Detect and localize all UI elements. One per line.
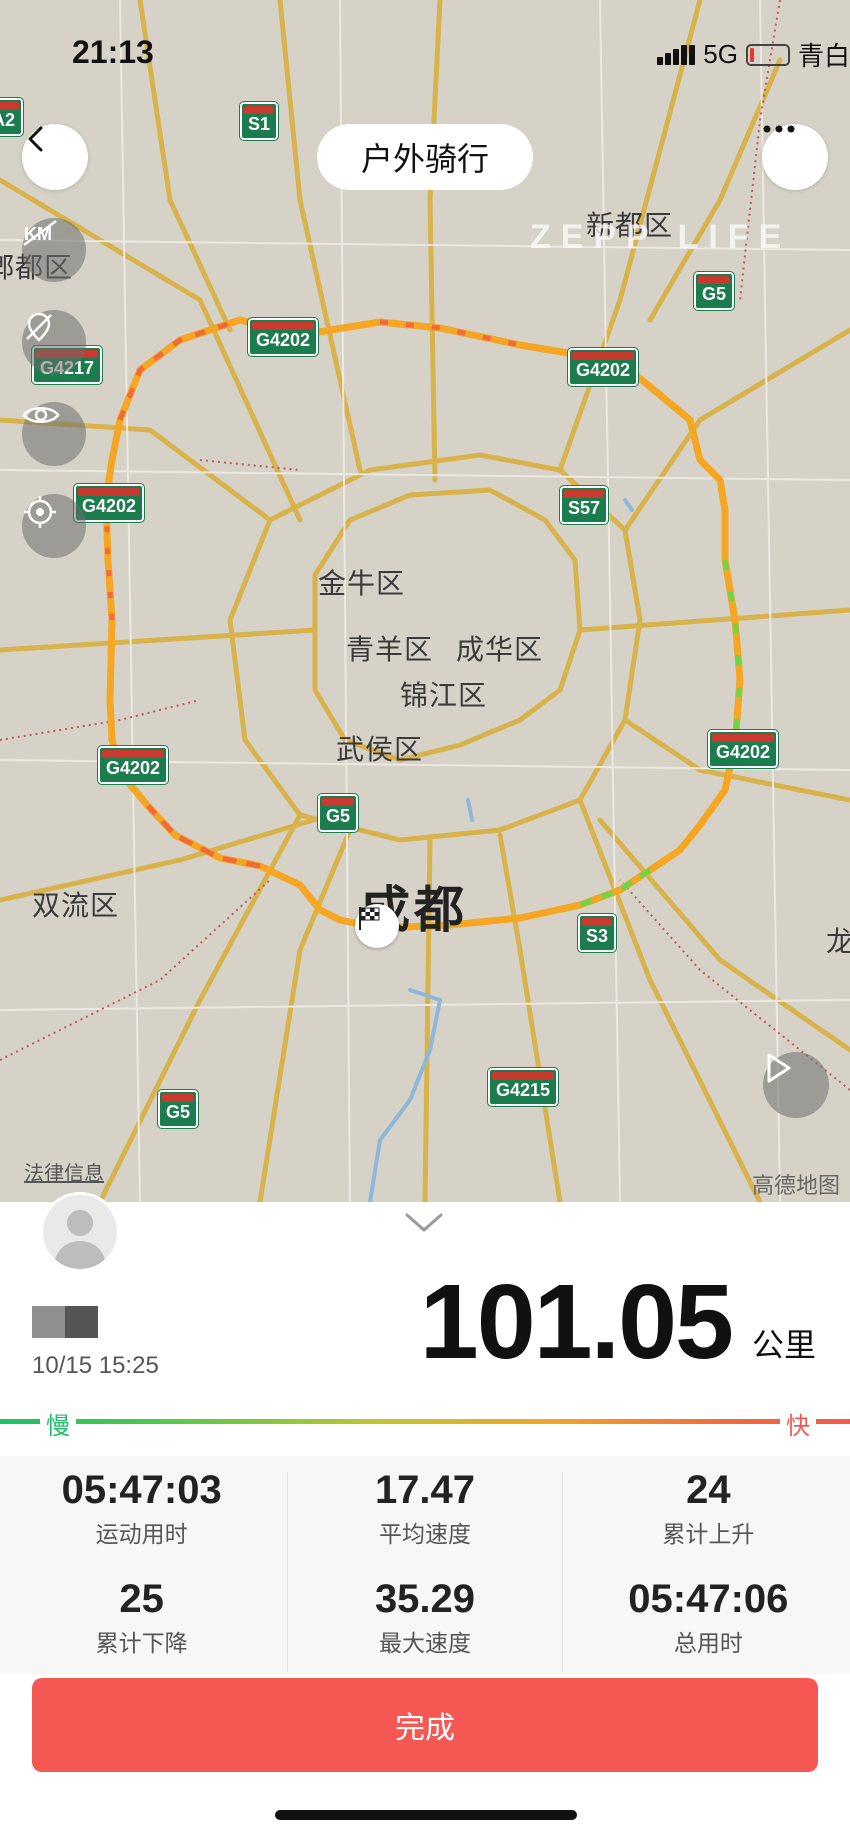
avatar[interactable] (40, 1192, 120, 1272)
speed-slow-label: 慢 (40, 1406, 76, 1441)
collapse-button[interactable] (404, 1212, 444, 1239)
workout-date: 10/15 15:25 (32, 1352, 159, 1379)
stat-label: 运动用时 (95, 1522, 188, 1548)
stat-total-time: 05:47:06 总用时 (567, 1565, 850, 1674)
chevron-down-icon (405, 1213, 443, 1232)
district-label: 金牛区 (318, 567, 406, 600)
district-label: 双流区 (32, 889, 120, 922)
stat-value: 35.29 (374, 1577, 476, 1621)
stat-value: 25 (119, 1577, 164, 1621)
road-shield: S57 (558, 485, 610, 525)
road-shield: G4202 (246, 317, 320, 357)
speed-gradient-bar (0, 1419, 850, 1424)
road-shield: G4202 (566, 347, 640, 387)
stat-value: 24 (686, 1468, 731, 1512)
checkered-flag-icon[interactable] (355, 904, 399, 948)
stat-value: 05:47:03 (61, 1468, 222, 1512)
watermark: ZEPP LIFE (530, 218, 792, 256)
divider (287, 1472, 288, 1672)
distance-unit: 公里 (751, 1326, 816, 1364)
legal-info-link[interactable]: 法律信息 (24, 1157, 104, 1186)
stat-label: 累计上升 (662, 1522, 755, 1548)
road-shield: G5 (156, 1089, 200, 1129)
workout-summary-sheet: 10/15 15:25 101.05 公里 慢 快 05:47:03 运动用时 1… (0, 1192, 850, 1839)
divider (562, 1472, 563, 1672)
stat-avg-speed: 17.47 平均速度 (283, 1456, 566, 1565)
stat-label: 最大速度 (378, 1631, 471, 1657)
road-shield: G5 (692, 271, 736, 311)
road-shield: G4202 (96, 745, 170, 785)
map-provider-label: 高德地图 (751, 1174, 840, 1199)
stat-label: 累计下降 (95, 1631, 188, 1657)
eye-icon (22, 407, 60, 423)
route-map[interactable]: 新都区 金牛区 青羊区 成华区 锦江区 武侯区 双流区 成都 郫都区 龙 A2 … (0, 0, 850, 1202)
status-indicators: 5G 青白 (657, 36, 850, 73)
hide-location-icon (26, 312, 52, 342)
road-shield: G4202 (706, 729, 780, 769)
user-silhouette-icon (53, 1210, 107, 1269)
hide-location-button[interactable] (22, 310, 86, 374)
district-label: 龙 (826, 925, 850, 958)
speed-fast-label: 快 (780, 1406, 816, 1441)
stat-moving-time: 05:47:03 运动用时 (0, 1456, 283, 1565)
road-shield: G4215 (486, 1067, 560, 1107)
district-label: 青羊区 (346, 633, 434, 666)
km-marker-button[interactable]: KM (22, 218, 86, 282)
district-label: 武侯区 (336, 733, 424, 766)
stat-max-speed: 35.29 最大速度 (283, 1565, 566, 1674)
network-type: 5G (703, 39, 738, 69)
stat-label: 总用时 (673, 1631, 743, 1657)
more-button[interactable] (762, 124, 828, 190)
play-icon (767, 1053, 791, 1083)
carrier-label: 青白 (797, 42, 850, 72)
page-title: 户外骑行 (317, 124, 533, 190)
back-button[interactable] (22, 124, 88, 190)
road-shield: G5 (316, 793, 360, 833)
battery-icon (745, 43, 790, 66)
district-label: 锦江区 (400, 679, 488, 712)
speed-legend: 慢 快 (0, 1406, 850, 1441)
road-shield: S1 (238, 101, 280, 141)
chevron-left-icon (28, 126, 43, 152)
stat-value: 17.47 (374, 1468, 476, 1512)
locate-icon (24, 496, 56, 528)
stats-grid: 05:47:03 运动用时 17.47 平均速度 24 累计上升 25 累计下降 35.… (0, 1456, 850, 1674)
stat-total-descent: 25 累计下降 (0, 1565, 283, 1674)
stat-label: 平均速度 (378, 1522, 471, 1548)
more-icon (763, 125, 795, 133)
replay-button[interactable] (763, 1052, 829, 1118)
signal-icon (657, 44, 696, 65)
road-shield: S3 (576, 913, 618, 953)
km-marker-icon: KM (23, 220, 57, 246)
stat-total-ascent: 24 累计上升 (567, 1456, 850, 1565)
status-time: 21:13 (72, 34, 154, 70)
stat-value: 05:47:06 (628, 1577, 789, 1621)
road-shield: A2 (0, 97, 25, 137)
view-toggle-button[interactable] (22, 402, 86, 466)
district-label: 成华区 (456, 633, 544, 666)
user-name-blurred (32, 1306, 98, 1338)
home-indicator[interactable] (275, 1810, 577, 1820)
distance-value: 101.05 (419, 1263, 734, 1381)
locate-button[interactable] (22, 494, 86, 558)
done-button[interactable]: 完成 (32, 1678, 818, 1772)
